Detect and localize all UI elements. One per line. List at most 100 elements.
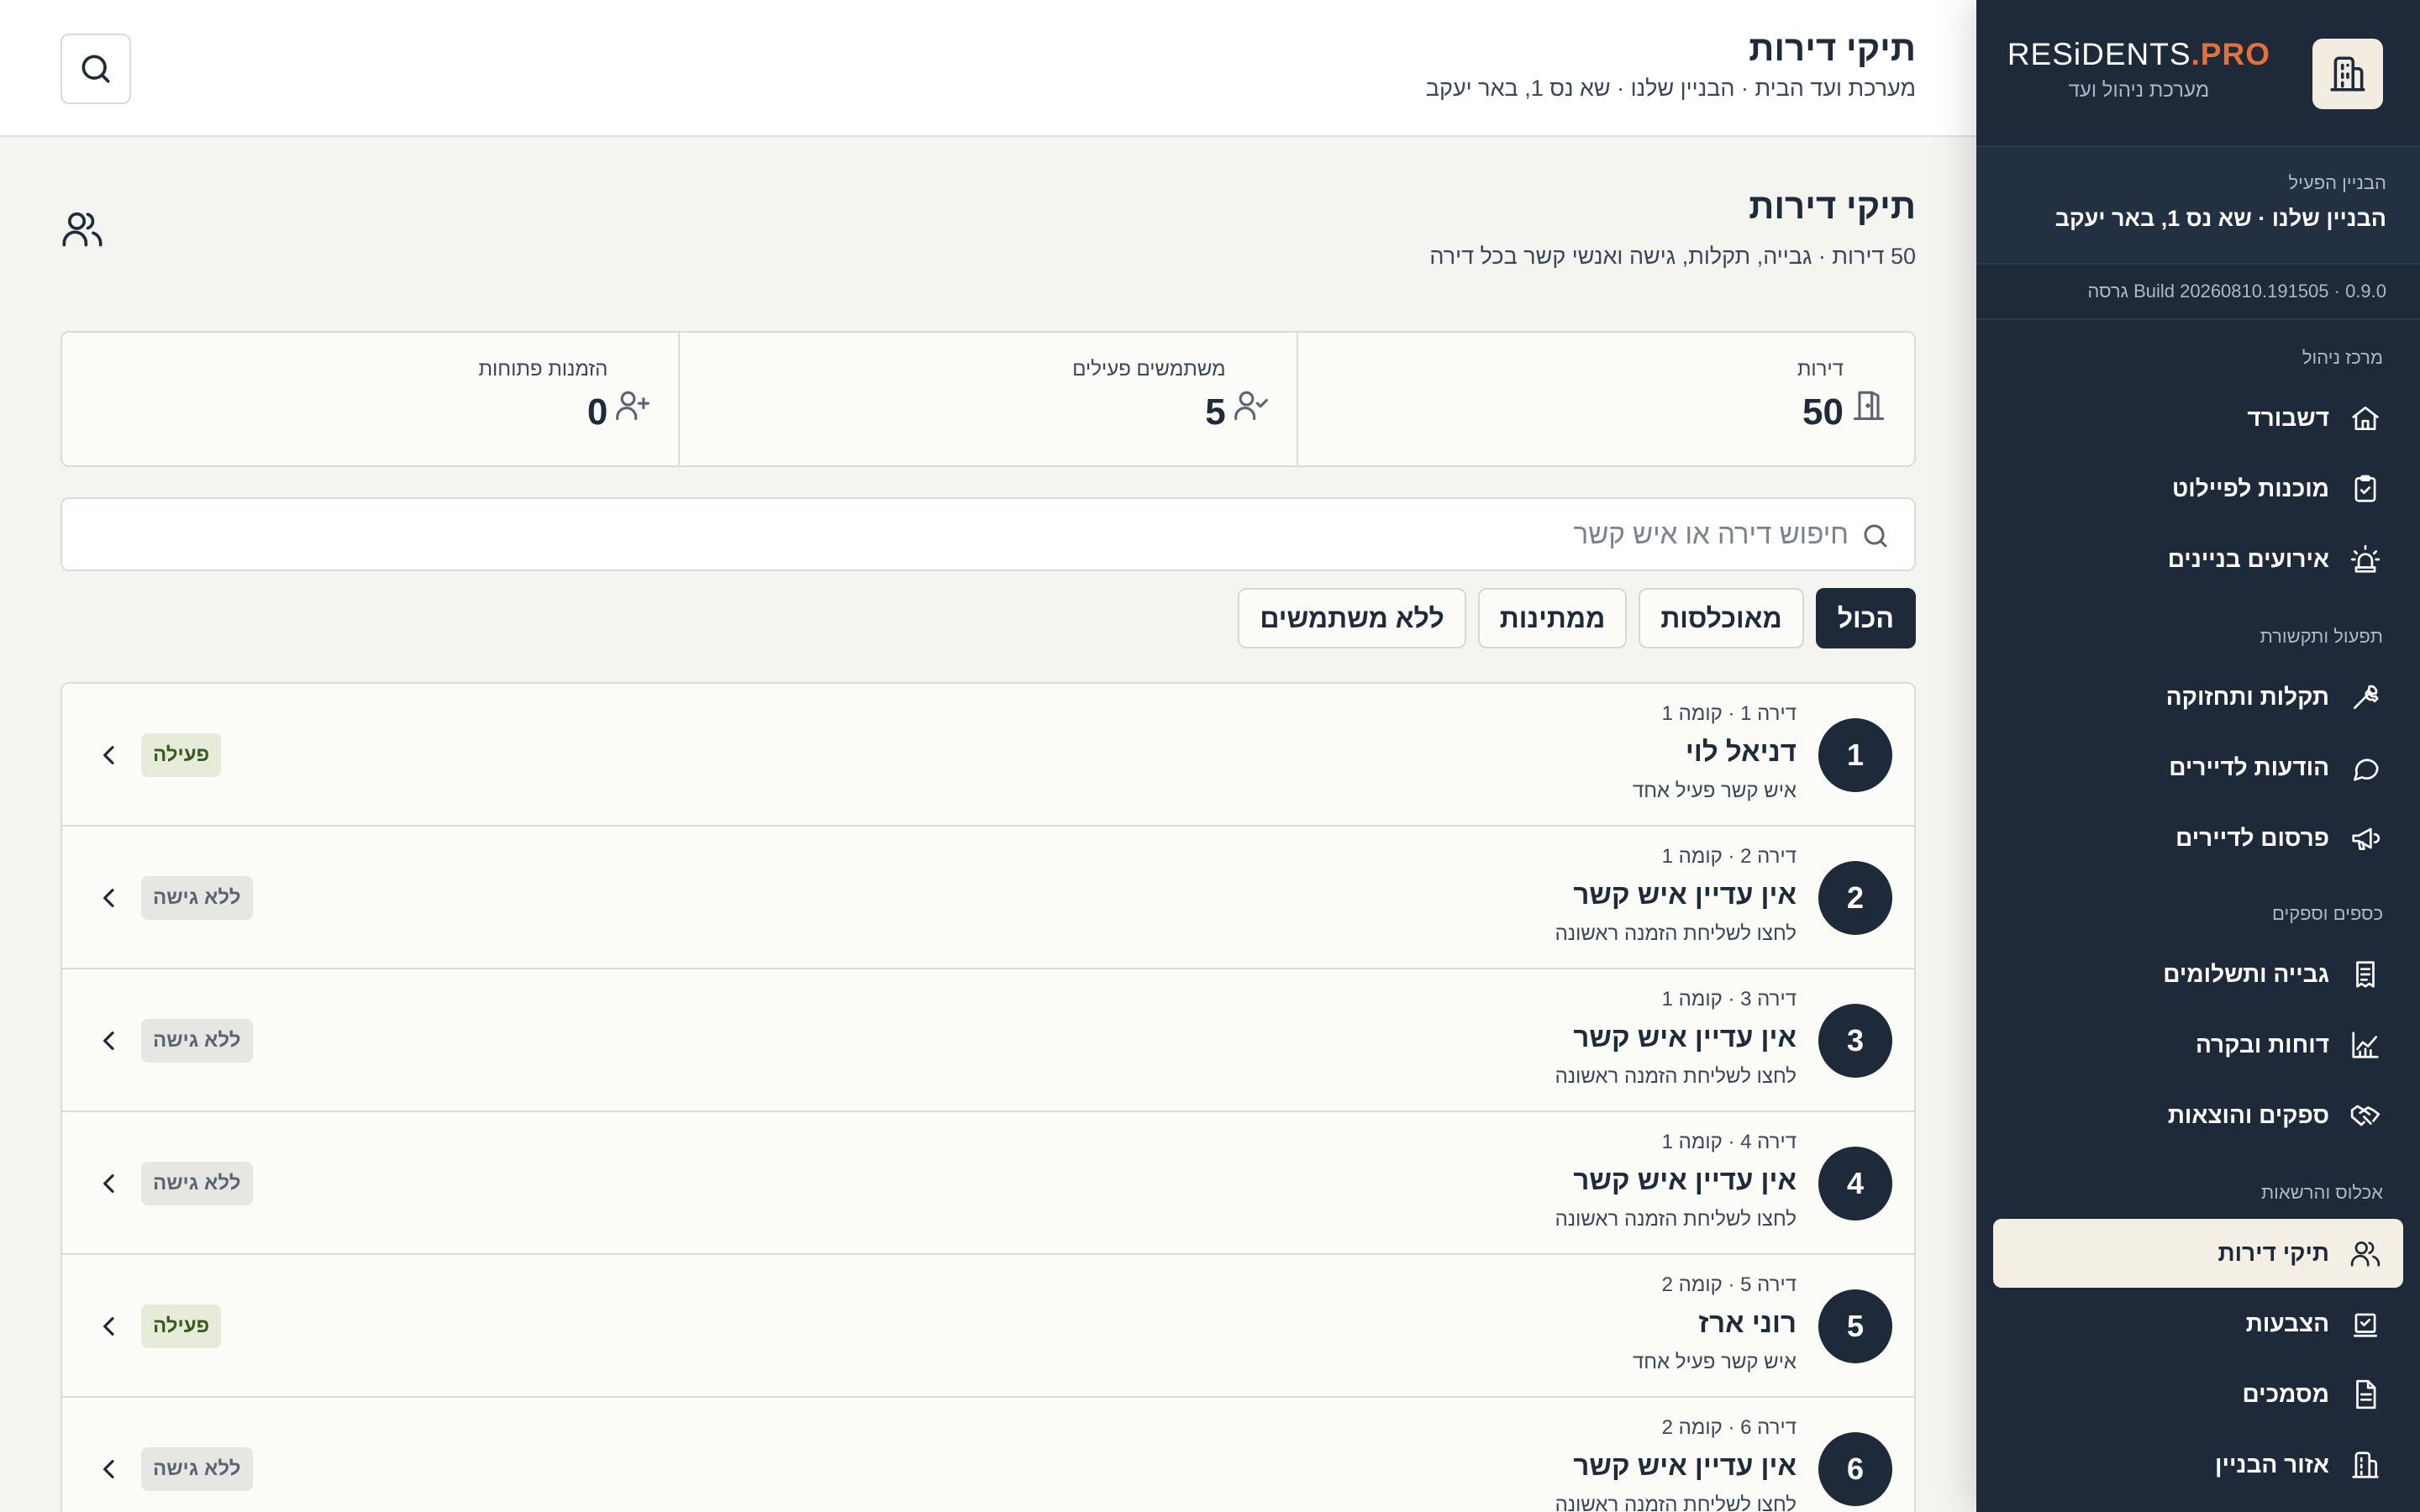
apartment-hint: לחצו לשליחת הזמנה ראשונה [1555,1065,1797,1088]
sidebar-item-building-events[interactable]: אירועים בניינים [1993,525,2403,594]
stat-label: הזמנות פתוחות [478,358,608,381]
chevron-left-icon[interactable] [92,1310,126,1343]
sidebar-item-label: תקלות ותחזוקה [2165,684,2329,710]
apartment-number: 3 [1818,1004,1892,1078]
apartment-hint: איש קשר פעיל אחד [1632,780,1797,802]
status-badge: ללא גישה [141,1162,253,1205]
app-logo: RESiDENTS.PRO מערכת ניהול ועד [2007,37,2270,102]
apartment-row[interactable]: 3 דירה 3 · קומה 1 אין עדיין איש קשר לחצו… [62,969,1914,1112]
apartment-hint: איש קשר פעיל אחד [1632,1351,1797,1373]
handshake-icon [2348,1098,2383,1133]
chevron-left-icon[interactable] [92,1024,126,1058]
apartment-contact: אין עדיין איש קשר [1573,1021,1797,1053]
door-icon [1849,385,1889,425]
section-finance: כספים וספקים [2272,903,2383,924]
apartment-contact: רוני ארז [1698,1307,1797,1338]
active-building[interactable]: הבניין הפעיל הבניין שלנו · שא נס 1, באר … [1976,147,2420,265]
status-badge: פעילה [141,1305,222,1348]
filter-no-users[interactable]: ללא משתמשים [1238,588,1466,648]
sidebar-item-maintenance[interactable]: תקלות ותחזוקה [1993,663,2403,732]
stat-value: 0 [587,391,608,433]
apartment-hint: לחצו לשליחת הזמנה ראשונה [1555,1208,1797,1231]
sidebar-item-apartment-files[interactable]: תיקי דירות [1993,1219,2403,1288]
sidebar-item-label: הצבעות [2245,1310,2329,1336]
sidebar-item-label: אירועים בניינים [2167,546,2329,572]
siren-icon [2348,542,2383,577]
sidebar-item-vendors[interactable]: ספקים והוצאות [1993,1081,2403,1150]
apartment-hint: לחצו לשליחת הזמנה ראשונה [1555,922,1797,945]
building-logo-icon[interactable] [2312,39,2383,109]
sidebar-item-label: תיקי דירות [2217,1240,2329,1266]
sidebar-item-label: מסמכים [2242,1381,2329,1407]
chat-bubble-icon [2348,750,2383,785]
search-input[interactable] [101,511,1849,558]
apartment-hint: לחצו לשליחת הזמנה ראשונה [1555,1494,1797,1512]
sidebar-item-label: פרסום לדיירים [2175,825,2329,851]
filter-occupied[interactable]: מאוכלסות [1639,588,1804,648]
apartment-row[interactable]: 2 דירה 2 · קומה 1 אין עדיין איש קשר לחצו… [62,827,1914,969]
section-operations: תפעול ותקשורת [2260,626,2383,647]
top-bar: תיקי דירות מערכת ועד הבית · הבניין שלנו … [0,0,1976,137]
apartment-number: 1 [1818,718,1892,792]
sidebar-item-label: ספקים והוצאות [2167,1102,2329,1128]
version-info: Build 20260810.191505 · 0.9.0 גרסה [1976,265,2420,320]
apartment-contact: אין עדיין איש קשר [1573,879,1797,910]
apartment-row[interactable]: 4 דירה 4 · קומה 1 אין עדיין איש קשר לחצו… [62,1112,1914,1255]
stat-active-users: משתמשים פעילים 5 [678,333,1296,465]
chevron-left-icon[interactable] [92,1167,126,1200]
sidebar-item-collection[interactable]: גבייה ותשלומים [1993,940,2403,1009]
status-badge: ללא גישה [141,876,253,920]
page-subtitle: 50 דירות · גבייה, תקלות, גישה ואנשי קשר … [1429,244,1916,269]
apartment-row[interactable]: 5 דירה 5 · קומה 2 רוני ארז איש קשר פעיל … [62,1255,1914,1398]
apartment-meta: דירה 1 · קומה 1 [1661,702,1797,725]
search-icon [77,50,114,87]
chevron-left-icon[interactable] [92,738,126,772]
section-occupancy: אכלוס והרשאות [2260,1182,2383,1203]
active-building-name: הבניין שלנו · שא נס 1, באר יעקב [2054,206,2386,231]
clipboard-check-icon [2348,471,2383,507]
filter-chips: הכול מאוכלסות ממתינות ללא משתמשים [1238,588,1916,648]
status-badge: פעילה [141,733,222,777]
apartment-row[interactable]: 1 דירה 1 · קומה 1 דניאל לוי איש קשר פעיל… [62,684,1914,827]
building-icon [2348,1447,2383,1483]
stat-open-invites: הזמנות פתוחות 0 [62,333,678,465]
sidebar-item-reports[interactable]: דוחות ובקרה [1993,1011,2403,1079]
sidebar-item-resident-messages[interactable]: הודעות לדיירים [1993,733,2403,802]
chevron-left-icon[interactable] [92,881,126,915]
sidebar-item-dashboard[interactable]: דשבורד [1993,384,2403,453]
chevron-left-icon[interactable] [92,1452,126,1486]
sidebar-item-pilot-readiness[interactable]: מוכנות לפיילוט [1993,454,2403,523]
apartment-meta: דירה 6 · קומה 2 [1661,1416,1797,1439]
status-badge: ללא גישה [141,1019,253,1063]
sidebar-item-documents[interactable]: מסמכים [1993,1360,2403,1429]
sidebar-item-building-area[interactable]: אזור הבניין [1993,1431,2403,1499]
filter-all[interactable]: הכול [1815,588,1916,648]
sidebar-item-announcements[interactable]: פרסום לדיירים [1993,804,2403,873]
stat-value: 50 [1802,391,1844,433]
apartment-meta: דירה 3 · קומה 1 [1661,988,1797,1011]
stat-label: דירות [1797,358,1844,381]
apartment-meta: דירה 5 · קומה 2 [1661,1273,1797,1296]
apartment-row[interactable]: 6 דירה 6 · קומה 2 אין עדיין איש קשר לחצו… [62,1398,1914,1512]
search-button[interactable] [60,34,131,104]
apartment-list: 1 דירה 1 · קומה 1 דניאל לוי איש קשר פעיל… [60,682,1916,1512]
vote-icon [2348,1306,2383,1341]
home-icon [2348,401,2383,436]
megaphone-icon [2348,821,2383,856]
sidebar-item-label: מוכנות לפיילוט [2172,475,2329,501]
sidebar-item-votes[interactable]: הצבעות [1993,1289,2403,1358]
logo-subtitle: מערכת ניהול ועד [2068,79,2210,102]
sidebar-item-label: הודעות לדיירים [2169,754,2329,780]
sidebar-header: RESiDENTS.PRO מערכת ניהול ועד [1976,0,2420,147]
sidebar: RESiDENTS.PRO מערכת ניהול ועד הבניין הפע… [1976,0,2420,1512]
chart-line-icon [2348,1027,2383,1063]
stat-label: משתמשים פעילים [1072,358,1226,381]
user-check-icon [1231,385,1271,425]
topbar-title: תיקי דירות [1749,29,1916,68]
search-icon [1859,519,1892,553]
user-plus-icon [613,385,653,425]
filter-pending[interactable]: ממתינות [1477,588,1628,648]
apartment-meta: דירה 2 · קומה 1 [1661,845,1797,868]
sidebar-item-label: גבייה ותשלומים [2163,961,2329,987]
apartment-search [60,497,1916,571]
